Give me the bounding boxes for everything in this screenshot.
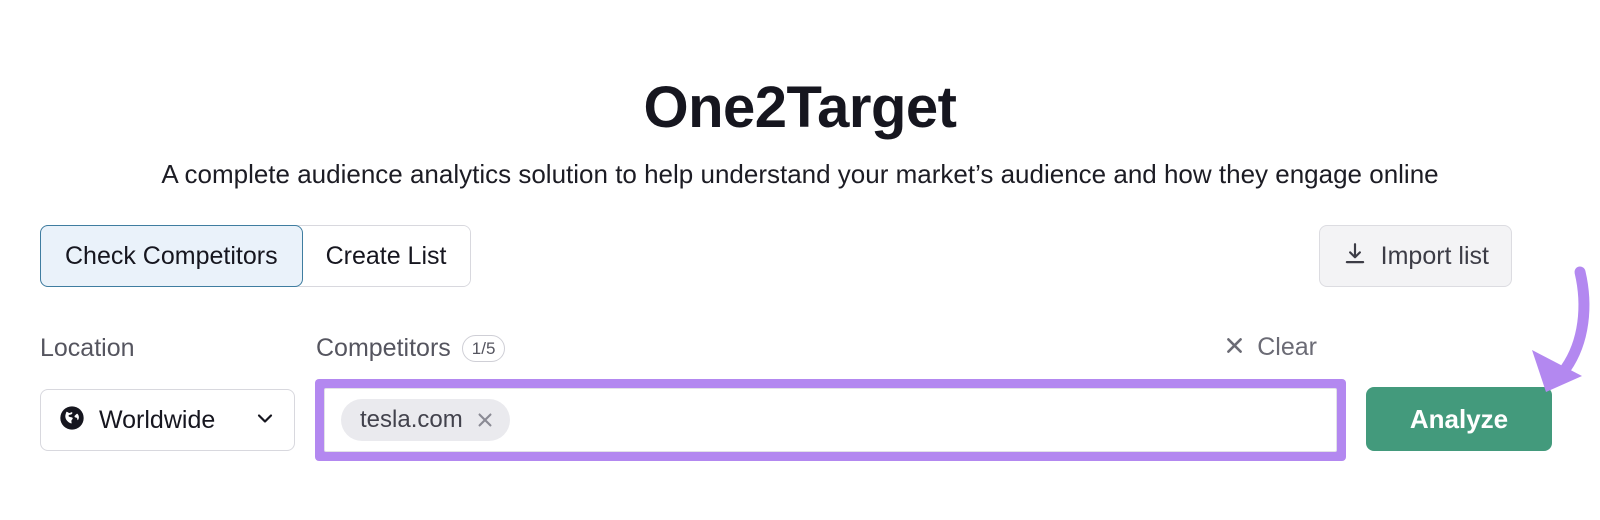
tab-create-list[interactable]: Create List [301,226,471,286]
competitors-input-highlight: tesla.com [315,379,1346,461]
import-list-label: Import list [1380,241,1489,270]
chevron-down-icon[interactable] [253,406,277,435]
tab-check-competitors[interactable]: Check Competitors [40,225,303,287]
clear-button[interactable]: Clear [1224,333,1317,362]
competitors-text-input[interactable] [509,388,1320,452]
location-label: Location [40,334,135,362]
analyze-button[interactable]: Analyze [1366,387,1552,451]
location-select[interactable]: Worldwide [40,389,295,451]
view-mode-tab-group: Check Competitors Create List [40,225,472,287]
competitors-label-group: Competitors 1/5 [316,334,506,363]
tab-create-list-label: Create List [325,241,447,270]
location-value: Worldwide [99,405,216,434]
page-title: One2Target [643,74,957,140]
tab-check-competitors-label: Check Competitors [65,241,278,270]
competitor-chip[interactable]: tesla.com [341,399,510,441]
competitors-count-badge: 1/5 [461,335,506,362]
globe-icon [58,404,86,437]
competitors-label: Competitors [316,334,451,362]
competitors-input[interactable]: tesla.com [324,388,1337,452]
page-subtitle: A complete audience analytics solution t… [161,159,1439,189]
import-list-button[interactable]: Import list [1318,225,1512,287]
download-icon [1342,241,1368,272]
close-x-icon [1224,335,1245,361]
chip-remove-icon[interactable] [475,410,495,430]
clear-label: Clear [1257,333,1317,361]
competitor-chip-label: tesla.com [360,406,463,433]
